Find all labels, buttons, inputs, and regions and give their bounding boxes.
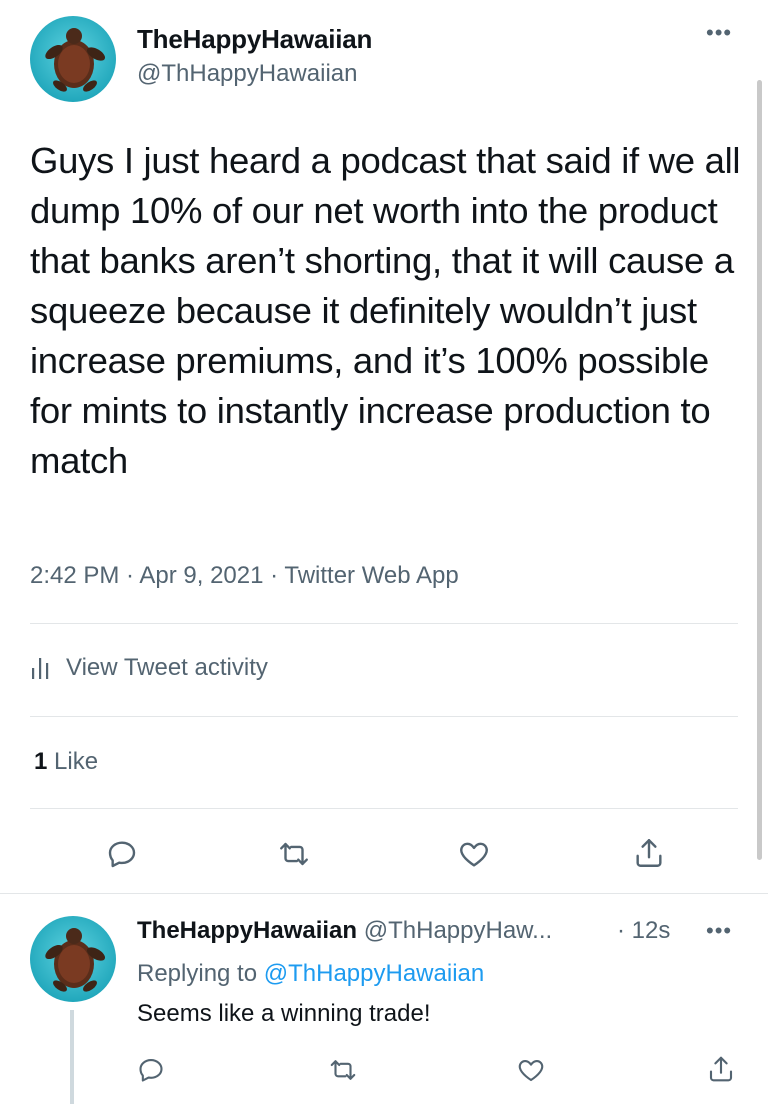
- activity-icon: [32, 658, 49, 679]
- reply-text: Seems like a winning trade!: [137, 1000, 431, 1027]
- reply-retweet-icon[interactable]: [326, 1054, 360, 1086]
- reply-timestamp[interactable]: · 12s: [617, 917, 670, 945]
- share-icon[interactable]: [627, 832, 671, 874]
- tweet-meta: 2:42 PM · Apr 9, 2021 · Twitter Web App: [30, 562, 459, 589]
- divider: [0, 893, 768, 894]
- author-name[interactable]: TheHappyHawaiian: [137, 24, 372, 55]
- tweet-text: Guys I just heard a podcast that said if…: [30, 140, 741, 481]
- reply-author-handle[interactable]: @ThHappyHaw...: [364, 917, 552, 944]
- avatar[interactable]: [30, 16, 116, 102]
- activity-label: View Tweet activity: [66, 654, 268, 681]
- replying-prefix: Replying to: [137, 960, 258, 987]
- likes-label: Like: [54, 748, 99, 775]
- reply-author-name[interactable]: TheHappyHawaiian: [137, 917, 357, 944]
- retweet-icon[interactable]: [272, 834, 316, 874]
- reply-share-icon[interactable]: [704, 1052, 738, 1086]
- divider: [30, 623, 738, 624]
- replying-to: Replying to @ThHappyHawaiian: [137, 960, 484, 988]
- thread-line: [70, 1010, 74, 1104]
- replying-mention-link[interactable]: @ThHappyHawaiian: [264, 960, 484, 987]
- scroll-indicator[interactable]: [757, 80, 762, 860]
- reply-header: TheHappyHawaiian @ThHappyHaw... · 12s: [137, 917, 670, 945]
- author-handle[interactable]: @ThHappyHawaiian: [137, 60, 357, 88]
- view-tweet-activity-link[interactable]: View Tweet activity: [30, 654, 268, 682]
- reply-reply-icon[interactable]: [134, 1054, 168, 1086]
- reply-icon[interactable]: [100, 834, 144, 874]
- divider: [30, 808, 738, 809]
- reply-more-icon[interactable]: •••: [706, 920, 732, 942]
- more-icon[interactable]: •••: [706, 22, 732, 44]
- likes-count-link[interactable]: 1 Like: [34, 748, 98, 776]
- reply-like-icon[interactable]: [514, 1054, 548, 1086]
- like-icon[interactable]: [452, 834, 496, 874]
- divider: [30, 716, 738, 717]
- reply-avatar[interactable]: [30, 916, 116, 1002]
- likes-count: 1: [34, 748, 48, 775]
